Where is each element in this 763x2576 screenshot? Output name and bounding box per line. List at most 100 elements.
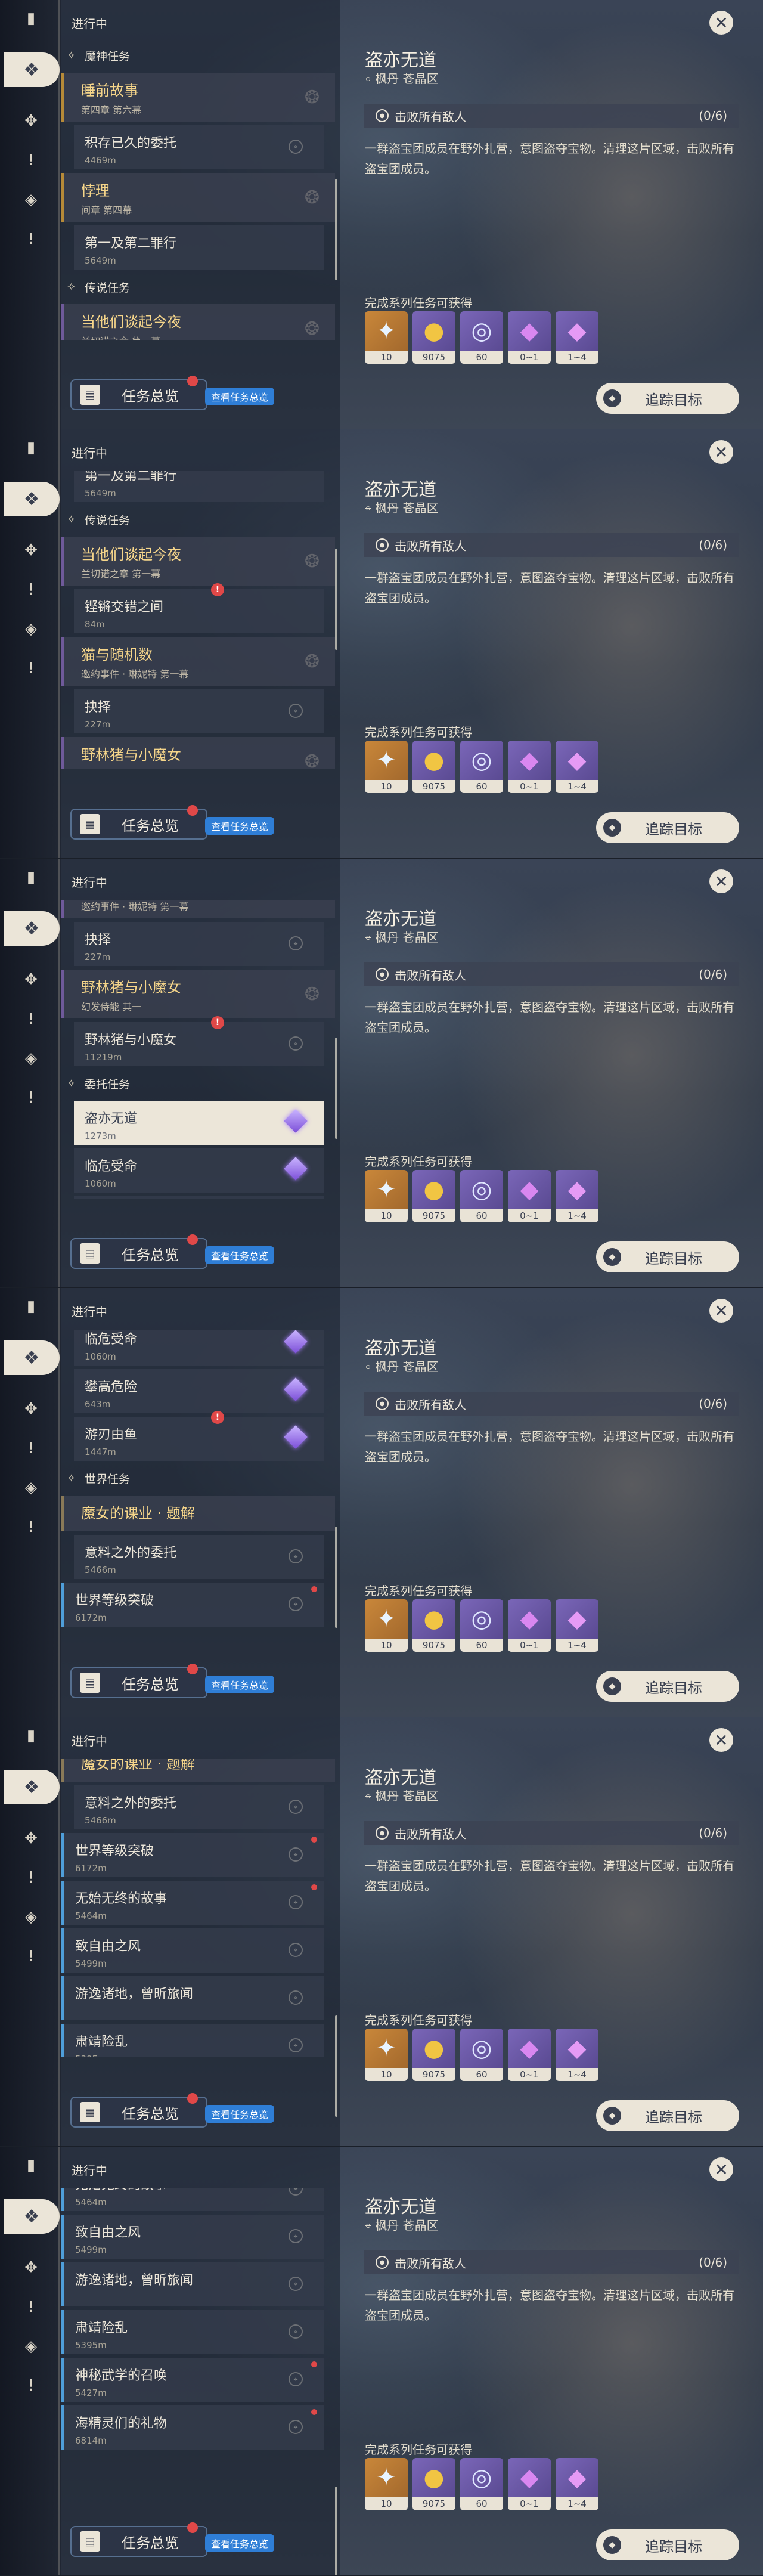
quest-overview-button[interactable]: ▤ 任务总览 bbox=[70, 809, 207, 840]
commission-filter-icon[interactable]: ◈ bbox=[21, 190, 41, 210]
quest-step[interactable]: 致自由之风 5499m ⌖ bbox=[61, 1928, 324, 1973]
quest-step[interactable]: 无始无终的故事5464m⌖ bbox=[61, 1881, 324, 1925]
alert-filter-icon[interactable]: ! bbox=[21, 1009, 41, 1029]
location-pin-icon[interactable]: ⌖ bbox=[289, 1943, 303, 1957]
quest-step[interactable]: 游逸诸地，曾昕旅闻 ⌖ bbox=[61, 2262, 324, 2306]
track-target-button[interactable]: ◆ 追踪目标 bbox=[596, 2100, 739, 2131]
quest-step[interactable]: 抉择 227m ⌖ bbox=[74, 689, 324, 733]
close-button[interactable]: ✕ bbox=[709, 869, 733, 893]
location-pin-icon[interactable]: ⌖ bbox=[289, 2188, 303, 2196]
close-button[interactable]: ✕ bbox=[709, 11, 733, 35]
location-pin-icon[interactable]: ⌖ bbox=[289, 1549, 303, 1563]
quest-step[interactable]: 攀高危险643m bbox=[74, 1369, 324, 1413]
reward-crystal-chunk[interactable]: ◆ 0~1 bbox=[508, 2029, 551, 2081]
scrollbar[interactable] bbox=[335, 1527, 337, 1628]
quest-list-viewport[interactable]: ✧魔神任务 睡前故事第四章 第六幕❂ 积存已久的委托4469m⌖ 悖理间章 第四… bbox=[61, 471, 335, 769]
world-filter-icon[interactable]: ! bbox=[21, 1946, 41, 1967]
quest-step[interactable]: 游逸诸地，曾昕旅闻 ⌖ bbox=[61, 1976, 324, 2020]
quest-step[interactable]: 野林猪与小魔女 11219m ⌖! bbox=[74, 1016, 324, 1066]
quest-step[interactable]: 第一及第二罪行 5649m bbox=[74, 225, 324, 270]
quest-step[interactable]: 积存已久的委托 4469m ⌖ bbox=[74, 125, 324, 169]
location-pin-icon[interactable]: ⌖ bbox=[289, 2324, 303, 2339]
location-pin-icon[interactable]: ⌖ bbox=[289, 2229, 303, 2243]
location-pin-icon[interactable]: ⌖ bbox=[289, 1895, 303, 1909]
quest-step[interactable]: 世界等级突破 6172m ⌖ bbox=[61, 1583, 324, 1627]
quest-item[interactable]: 当他们谈起今夜兰切诺之章 第一幕❂ bbox=[61, 537, 335, 586]
close-button[interactable]: ✕ bbox=[709, 1299, 733, 1323]
quest-overview-button[interactable]: ▤ 任务总览 bbox=[70, 2097, 207, 2128]
location-pin-icon[interactable]: ⌖ bbox=[289, 1800, 303, 1814]
scrollbar[interactable] bbox=[335, 1038, 337, 1139]
quest-overview-button[interactable]: ▤ 任务总览 bbox=[70, 2526, 207, 2557]
quest-step[interactable]: 致自由之风 5499m ⌖ bbox=[61, 2215, 324, 2259]
location-pin-icon[interactable]: ⌖ bbox=[289, 936, 303, 950]
quest-step[interactable]: 临危受命 1060m bbox=[74, 1330, 324, 1366]
track-target-button[interactable]: ◆ 追踪目标 bbox=[596, 1241, 739, 1272]
location-pin-icon[interactable]: ⌖ bbox=[289, 1036, 303, 1051]
all-quests-icon[interactable]: ❖ bbox=[4, 2199, 60, 2234]
quest-overview-button[interactable]: ▤ 任务总览 bbox=[70, 379, 207, 410]
reward-crystal-cluster[interactable]: ◆ 1~4 bbox=[556, 741, 598, 793]
alert-filter-icon[interactable]: ! bbox=[21, 580, 41, 600]
quest-step-selected[interactable]: 盗亦无道 1273m bbox=[74, 1101, 324, 1145]
reward-crystal-chunk[interactable]: ◆ 0~1 bbox=[508, 1599, 551, 1652]
reward-companionship-exp[interactable]: ◎ 60 bbox=[460, 1599, 503, 1652]
location-pin-icon[interactable]: ⌖ bbox=[289, 1847, 303, 1862]
location-pin-icon[interactable]: ⌖ bbox=[289, 704, 303, 718]
reward-crystal-cluster[interactable]: ◆ 1~4 bbox=[556, 2029, 598, 2081]
reward-mora[interactable]: ● 9075 bbox=[412, 1599, 455, 1652]
reward-companionship-exp[interactable]: ◎ 60 bbox=[460, 2029, 503, 2081]
reward-adventure-exp[interactable]: ✦ 10 bbox=[365, 2458, 408, 2510]
world-filter-icon[interactable]: ! bbox=[21, 2376, 41, 2396]
archon-filter-icon[interactable]: ✥ bbox=[21, 540, 41, 561]
location-pin-icon[interactable]: ⌖ bbox=[289, 1990, 303, 2005]
quest-step[interactable]: 肃靖险乱5395m⌖ bbox=[61, 2310, 324, 2354]
scrollbar[interactable] bbox=[335, 2015, 337, 2117]
reward-companionship-exp[interactable]: ◎ 60 bbox=[460, 1170, 503, 1222]
quest-step[interactable]: 铿锵交错之间 84m! bbox=[74, 583, 324, 633]
commission-filter-icon[interactable]: ◈ bbox=[21, 1478, 41, 1498]
quest-item[interactable]: 野林猪与小魔女幻发侍能 其一❂ bbox=[61, 737, 335, 769]
all-quests-icon[interactable]: ❖ bbox=[4, 52, 60, 87]
world-filter-icon[interactable]: ! bbox=[21, 1517, 41, 1537]
all-quests-icon[interactable]: ❖ bbox=[4, 482, 60, 516]
close-button[interactable]: ✕ bbox=[709, 440, 733, 464]
alert-filter-icon[interactable]: ! bbox=[21, 150, 41, 171]
quest-book-icon[interactable]: ▮ bbox=[21, 8, 41, 29]
archon-filter-icon[interactable]: ✥ bbox=[21, 970, 41, 990]
quest-item[interactable]: 当他们谈起今夜兰切诺之章 第一幕❂ bbox=[61, 304, 335, 340]
quest-item[interactable]: 魔女的课业 · 题解 bbox=[61, 1759, 335, 1782]
quest-step[interactable]: 攀高危险643m bbox=[74, 1196, 324, 1199]
location-pin-icon[interactable]: ⌖ bbox=[289, 2277, 303, 2291]
quest-step[interactable]: 世界等级突破 6172m ⌖ bbox=[61, 1833, 324, 1877]
reward-crystal-chunk[interactable]: ◆ 0~1 bbox=[508, 741, 551, 793]
track-target-button[interactable]: ◆ 追踪目标 bbox=[596, 812, 739, 843]
quest-step[interactable]: 神秘武学的召唤 5427m ⌖ bbox=[61, 2358, 324, 2402]
reward-crystal-cluster[interactable]: ◆ 1~4 bbox=[556, 311, 598, 364]
quest-step[interactable]: 无始无终的故事5464m⌖ bbox=[61, 2188, 324, 2211]
reward-adventure-exp[interactable]: ✦ 10 bbox=[365, 1599, 408, 1652]
alert-filter-icon[interactable]: ! bbox=[21, 1868, 41, 1888]
scrollbar[interactable] bbox=[335, 179, 337, 280]
scrollbar[interactable] bbox=[335, 2487, 337, 2575]
commission-filter-icon[interactable]: ◈ bbox=[21, 1048, 41, 1069]
quest-list-viewport[interactable]: ✧魔神任务 睡前故事第四章 第六幕❂ 积存已久的委托4469m⌖ 悖理间章 第四… bbox=[61, 42, 335, 340]
location-pin-icon[interactable]: ⌖ bbox=[289, 2420, 303, 2434]
track-target-button[interactable]: ◆ 追踪目标 bbox=[596, 383, 739, 414]
archon-filter-icon[interactable]: ✥ bbox=[21, 1399, 41, 1419]
world-filter-icon[interactable]: ! bbox=[21, 1088, 41, 1108]
all-quests-icon[interactable]: ❖ bbox=[4, 1770, 60, 1804]
track-target-button[interactable]: ◆ 追踪目标 bbox=[596, 1671, 739, 1702]
reward-adventure-exp[interactable]: ✦ 10 bbox=[365, 311, 408, 364]
reward-mora[interactable]: ● 9075 bbox=[412, 2458, 455, 2510]
quest-list-viewport[interactable]: ✧魔神任务 睡前故事第四章 第六幕❂ 积存已久的委托4469m⌖ 悖理间章 第四… bbox=[61, 1759, 335, 2057]
quest-item[interactable]: 魔女的课业 · 题解 bbox=[61, 1496, 335, 1531]
commission-filter-icon[interactable]: ◈ bbox=[21, 2336, 41, 2357]
archon-filter-icon[interactable]: ✥ bbox=[21, 2258, 41, 2278]
quest-overview-button[interactable]: ▤ 任务总览 bbox=[70, 1238, 207, 1269]
quest-item[interactable]: 睡前故事 第四章 第六幕 ❂ bbox=[61, 73, 335, 122]
close-button[interactable]: ✕ bbox=[709, 2157, 733, 2181]
quest-step[interactable]: 意料之外的委托 5466m ⌖ bbox=[74, 1535, 324, 1579]
quest-list-viewport[interactable]: ✧魔神任务 睡前故事第四章 第六幕❂ 积存已久的委托4469m⌖ 悖理间章 第四… bbox=[61, 1330, 335, 1628]
archon-filter-icon[interactable]: ✥ bbox=[21, 1828, 41, 1849]
